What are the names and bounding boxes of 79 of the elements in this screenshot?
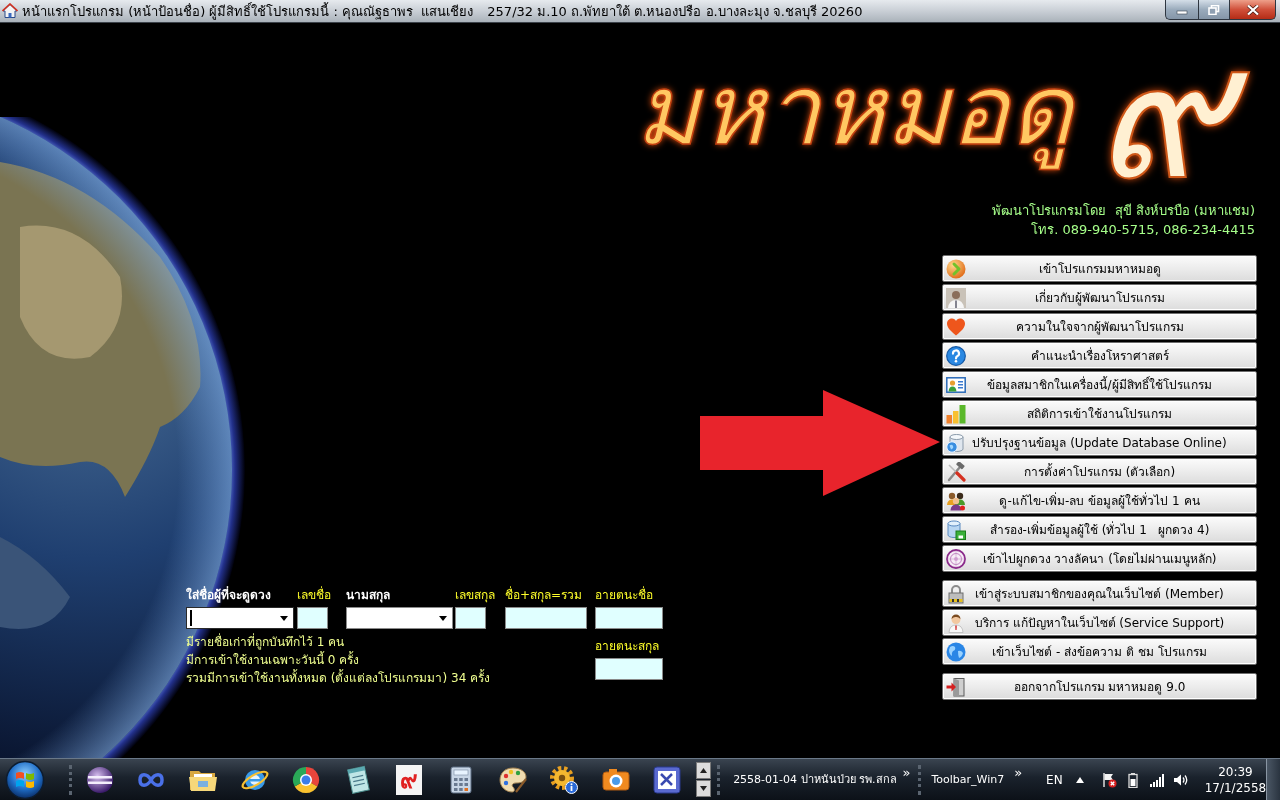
caret-down-icon [439,615,447,621]
caret-up-icon[interactable] [1074,775,1085,784]
contact-card-icon [946,374,966,395]
menu-button[interactable]: สถิติการเข้าใช้งานโปรแกรม [942,400,1257,427]
heart-icon [946,316,966,337]
globe-icon [946,641,966,662]
app-logo[interactable]: ๙ [396,764,423,795]
home-icon [2,3,18,19]
menu-button[interactable]: ปรับปรุงฐานข้อมูล (Update Database Online) [942,429,1257,456]
show-desktop-button[interactable] [1266,759,1280,800]
dropdown-field[interactable] [186,607,294,629]
logo-numeral: ๙ [1087,23,1250,201]
database-globe-icon [946,432,966,453]
menu-button[interactable]: บริการ แก้ปัญหาในเว็บไซต์ (Service Support) [942,609,1257,636]
scroll-down-button[interactable] [696,780,712,797]
statistics-text: รวมมีการเข้าใช้งานทั้งหมด (ตั้งแต่ลงโปรแกรมมา) 34 ครั้ง [186,669,491,687]
menu-button[interactable]: ออกจากโปรแกรม มหาหมอดู 9.0 [942,673,1257,700]
crossed-square-icon[interactable] [652,764,683,795]
toolbar-chevron[interactable]: » [1014,764,1023,781]
arrow-circle-icon [946,258,966,279]
scroll-up-button[interactable] [696,762,712,779]
restore-icon [1208,4,1220,15]
field-label: เลขชื่อ [297,587,331,603]
developer-phone: โทร. 089-940-5715, 086-234-4415 [1031,221,1255,239]
exit-door-icon [946,676,966,697]
input-field[interactable] [595,658,663,680]
help-icon [946,345,966,366]
input-field[interactable] [595,607,663,629]
sphere-icon[interactable] [84,764,115,795]
person-silhouette-icon [946,287,966,308]
flag-icon[interactable] [1100,771,1117,788]
minimize-button[interactable] [1165,0,1198,20]
menu-button[interactable]: คำแนะนำเรื่องโหราศาสตร์ [942,342,1257,369]
menu-button[interactable]: การตั้งค่าโปรแกรม (ตัวเลือก) [942,458,1257,485]
zodiac-wheel-icon [946,548,966,569]
field-label: อายตนะสกุล [595,638,659,654]
lock-icon [946,583,966,604]
tools-icon [946,461,966,482]
menu-button[interactable]: เข้าไปผูกดวง วางลัคนา (โดยไม่ผ่านเมนูหลัก) [942,545,1257,572]
palette-icon[interactable] [497,764,528,795]
input-field[interactable] [297,607,328,629]
toolbar-label[interactable]: Toolbar_Win7 [931,764,1005,795]
menu-button[interactable]: ข้อมูลสมาชิกในเครื่องนี้/ผู้มีสิทธิ์ใช้โปรแกรม [942,371,1257,398]
statistics-text: มีการเข้าใช้งานเฉพาะวันนี้ 0 ครั้ง [186,651,360,669]
close-button[interactable] [1230,0,1276,20]
field-label: ชื่อ+สกุล=รวม [505,587,583,603]
language-indicator[interactable]: EN [1046,772,1063,787]
menu-button[interactable]: เข้าเว็บไซต์ - ส่งข้อความ ติ ชม โปรแกรม [942,638,1257,665]
close-icon [1245,4,1260,15]
developer-credit: พัฒนาโปรแกรมโดย สุขี สิงห์บรบือ (มหาแชม) [992,202,1255,220]
gear-icon[interactable] [549,764,580,795]
field-label: เลขสกุล [455,587,495,603]
dropdown-field[interactable] [346,607,453,629]
caret-down-icon [280,615,288,621]
database-save-icon [946,519,966,540]
restore-button[interactable] [1198,0,1230,20]
color-wheel-icon[interactable] [291,764,322,795]
program-logo: มหาหมอดู [625,35,1087,185]
users-icon [946,490,966,511]
bar-chart-icon [946,403,966,424]
field-label: นามสกุล [346,587,390,603]
input-field[interactable] [505,607,587,629]
input-field[interactable] [455,607,486,629]
signal-icon[interactable] [1148,771,1165,788]
window-subtitle: 257/32 ม.10 ถ.พัทยาใต้ ต.หนองปรือ อ.บางละมุง จ.ชลบุรี 20260 [487,2,863,22]
clock-date[interactable]: 17/1/2558 [1204,779,1267,796]
menu-button[interactable]: เข้าโปรแกรมมหาหมอดู [942,255,1257,282]
menu-button[interactable]: ความในใจจากผู้พัฒนาโปรแกรม [942,313,1257,340]
menu-button[interactable]: เข้าสู่ระบบสมาชิกของคุณในเว็บไซต์ (Member) [942,580,1257,607]
window-title: หน้าแรกโปรแกรม (หน้าป้อนชื่อ) ผู้มีสิทธิ์ใช้โปรแกรมนี้ : คุณณัฐธาพร แสนเชียง [22,1,474,22]
menu-button[interactable]: เกี่ยวกับผู้พัฒนาโปรแกรม [942,284,1257,311]
support-person-icon [946,612,966,633]
menu-button[interactable]: สำรอง-เพิ่มข้อมูลผู้ใช้ (ทั่วไป 1 ผูกดวง 4) [942,516,1257,543]
field-label: อายตนะชื่อ [595,587,653,603]
menu-button[interactable]: ดู-แก้ไข-เพิ่ม-ลบ ข้อมูลผู้ใช้ทั่วไป 1 คน [942,487,1257,514]
toolbar-label[interactable]: 2558-01-04 ปาหนันป่วย รพ.สกล [733,764,897,795]
toolbar-chevron[interactable]: » [902,764,911,781]
start-icon[interactable] [5,759,45,800]
clock-time[interactable]: 20:39 [1218,763,1253,780]
